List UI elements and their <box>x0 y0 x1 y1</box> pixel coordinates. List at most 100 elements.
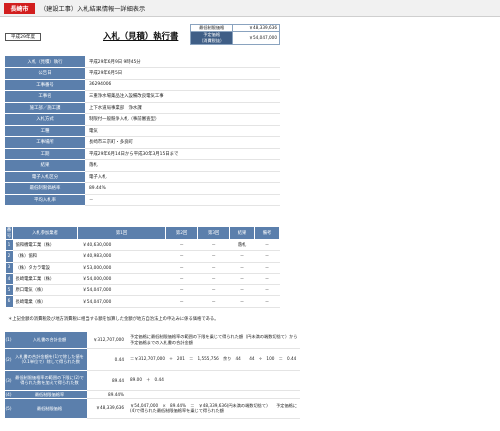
bid-round-2: － <box>165 295 198 308</box>
info-row: 入札方式 制限付一般競争入札（事前審査型） <box>5 113 280 126</box>
calc-row: (2) 入札書の合計金額を(1)で除した値を（0.1単位で）除して得られた数 0.4… <box>5 348 300 371</box>
bid-result: － <box>229 295 255 308</box>
bid-round-1: ￥40,630,000 <box>77 239 166 252</box>
info-row: 工種 電気 <box>5 125 280 137</box>
bid-round-2: － <box>165 273 198 286</box>
calc-step-description: ￥54,047,000 × 89.44% ＝ ￥48,339,636(円未満の端… <box>127 398 300 419</box>
bidder-number: 6 <box>5 295 13 308</box>
header-round-1: 第1回 <box>76 226 167 240</box>
bid-round-3: － <box>197 284 230 297</box>
info-label: 平均入札率 <box>5 194 85 206</box>
bid-remarks: － <box>254 250 280 263</box>
header-round-3: 第3回 <box>197 226 231 240</box>
header-round-2: 第2回 <box>165 226 199 240</box>
bid-round-2: － <box>165 262 198 274</box>
info-label: 施工部／施工課 <box>5 102 85 114</box>
bidder-number: 5 <box>5 284 13 297</box>
calc-step-label: 入札書の合計金額 <box>12 332 87 349</box>
info-value: 電子入札 <box>85 171 280 183</box>
calc-step-number: (5) <box>5 398 12 419</box>
city-badge: 長崎市 <box>4 3 35 14</box>
bidder-company: 長崎電業（株） <box>12 295 78 308</box>
info-value: 89.44% <box>85 182 280 195</box>
bidder-company: 協和機電工業（株） <box>12 239 78 252</box>
bidder-number: 2 <box>5 250 13 263</box>
bidder-row: 2 （株）協和 ￥40,983,000 －－－－ <box>5 250 280 263</box>
bid-result: － <box>229 284 255 297</box>
bid-remarks: － <box>254 262 280 274</box>
bid-round-3: － <box>197 239 230 252</box>
calc-step-description: 予定価格に最低制限価格率の範囲の下限を乗じて得られた額（円未満の端数切捨て）から… <box>127 332 300 349</box>
calc-step-label: 最低制限価格率 <box>12 390 87 399</box>
minimum-price-value: ￥48,339,636 <box>232 24 280 32</box>
info-label: 公告日 <box>5 67 85 80</box>
minimum-price-calculation-table: (1) 入札書の合計金額 ￥312,707,000 予定価格に最低制限価格率の範囲の下… <box>5 332 300 419</box>
info-row: 工事名 三重浄水場薬品注入設備改良電気工事 <box>5 90 280 103</box>
bid-round-3: － <box>197 295 230 308</box>
info-row: 工事場所 長崎市三京町・多良町 <box>5 136 280 149</box>
header-remarks: 備考 <box>254 226 280 240</box>
info-row: 入札（見積）執行 平成29年6月9日 9時45分 <box>5 56 280 68</box>
info-value: 三重浄水場薬品注入設備改良電気工事 <box>85 90 280 103</box>
planned-price-value: ￥54,047,000 <box>232 31 280 45</box>
bid-round-1: ￥54,047,000 <box>77 295 166 308</box>
info-label: 工事場所 <box>5 136 85 149</box>
info-row: 施工部／施工課 上下水道局事業部 浄水課 <box>5 102 280 114</box>
info-label: 最低制限価格率 <box>5 182 85 195</box>
info-value: 電気 <box>85 125 280 137</box>
calc-step-value: ￥48,339,636 <box>87 398 127 419</box>
fiscal-year-label: 平成29年度 <box>5 33 41 41</box>
bid-result: 落札 <box>229 239 255 252</box>
calc-step-number: (4) <box>5 390 12 399</box>
bidder-company: 長崎電業工業（株） <box>12 273 78 286</box>
info-value: 平成29年6月5日 <box>85 67 280 80</box>
page-header-title: （建設工事）入札結果情報一詳細表示 <box>40 6 146 13</box>
info-row: 工事番号 36294006 <box>5 79 280 91</box>
top-bar: 長崎市 （建設工事）入札結果情報一詳細表示 <box>0 0 500 17</box>
calc-step-description <box>127 390 300 399</box>
bidder-company: 原口電気（株） <box>12 284 78 297</box>
info-row: 最低制限価格率 89.44% <box>5 182 280 195</box>
bid-remarks: － <box>254 273 280 286</box>
info-value: 長崎市三京町・多良町 <box>85 136 280 149</box>
calc-step-label: 最低制限価格 <box>12 398 87 419</box>
header-company: 入札参加業者 <box>12 226 78 240</box>
info-row: 公告日 平成29年6月5日 <box>5 67 280 80</box>
calc-step-value: 89.44% <box>87 390 127 399</box>
bid-round-3: － <box>197 262 230 274</box>
bidder-row: 4 長崎電業工業（株） ￥54,000,000 －－－－ <box>5 273 280 286</box>
bid-result: － <box>229 273 255 286</box>
bidder-company: （株）協和 <box>12 250 78 263</box>
minimum-price-label: 最低制限価格 <box>189 24 234 32</box>
bid-round-2: － <box>165 250 198 263</box>
bidder-row: 5 原口電気（株） ￥54,047,000 －－－－ <box>5 284 280 297</box>
info-value: 落札 <box>85 159 280 172</box>
bid-remarks: － <box>254 295 280 308</box>
calc-row: (1) 入札書の合計金額 ￥312,707,000 予定価格に最低制限価格率の範囲の下… <box>5 332 300 349</box>
info-label: 電子入札区分 <box>5 171 85 183</box>
bid-round-1: ￥54,047,000 <box>77 284 166 297</box>
info-label: 入札（見積）執行 <box>5 56 85 68</box>
calc-step-number: (1) <box>5 332 12 349</box>
document-title: 入札（見積）執行書 <box>103 31 179 41</box>
info-row: 平均入札率－ <box>5 194 280 206</box>
info-label: 入札方式 <box>5 113 85 126</box>
bidder-row: 1 協和機電工業（株） ￥40,630,000 －－落札－ <box>5 239 280 252</box>
bidder-row: 6 長崎電業（株） ￥54,047,000 －－－－ <box>5 295 280 308</box>
planned-price-label: 予定価格 （消費税抜） <box>189 31 234 45</box>
calc-step-number: (2) <box>5 348 12 371</box>
info-row: 工期 平成29年6月14日から平成30年3月15日まで <box>5 148 280 160</box>
calc-step-value: 0.44 <box>87 348 127 371</box>
header-result: 結果 <box>229 226 256 240</box>
info-row: 電子入札区分 電子入札 <box>5 171 280 183</box>
info-value: 平成29年6月14日から平成30年3月15日まで <box>85 148 280 160</box>
info-value: 上下水道局事業部 浄水課 <box>85 102 280 114</box>
bid-round-3: － <box>197 250 230 263</box>
bid-result: － <box>229 250 255 263</box>
bidder-number: 3 <box>5 262 13 274</box>
info-label: 工事名 <box>5 90 85 103</box>
info-value: 平成29年6月9日 9時45分 <box>85 56 280 68</box>
calc-row: (3) 最低制限価格率の範囲の下限に(2)で得られた数を加えて得られた数 89.44… <box>5 370 300 391</box>
bid-round-1: ￥40,983,000 <box>77 250 166 263</box>
calc-row: (4) 最低制限価格率 89.44% <box>5 390 300 399</box>
